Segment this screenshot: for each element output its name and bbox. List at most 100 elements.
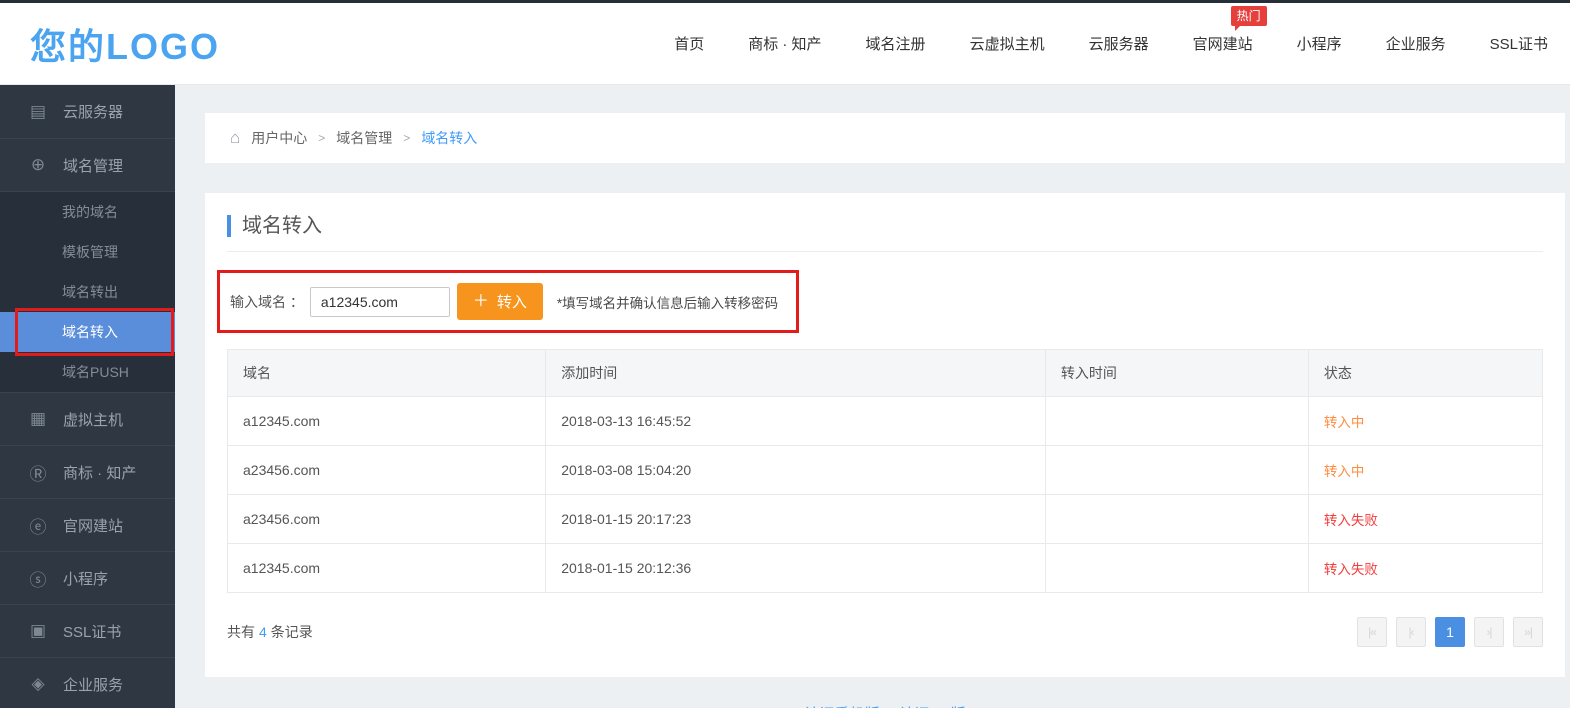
cell-status: 转入失败 [1308,495,1542,544]
sidebar-item-label: 域名管理 [63,155,123,176]
nav-home[interactable]: 首页 [674,33,704,54]
sidebar-item-website-building[interactable]: ⓔ 官网建站 [0,498,175,551]
col-header-status: 状态 [1308,350,1542,397]
nav-ssl-cert[interactable]: SSL证书 [1490,33,1548,54]
submenu-domain-transfer-out[interactable]: 域名转出 [0,272,175,312]
sidebar-item-enterprise-services[interactable]: ◈ 企业服务 [0,657,175,708]
cell-domain: a12345.com [228,544,546,593]
miniprogram-icon: ⓢ [28,566,48,591]
breadcrumb-domain-transfer-in[interactable]: 域名转入 [421,128,477,148]
annotation-box-form: 输入域名 ： ＋ 转入 *填写域名并确认信息后输入转移密码 [217,270,799,333]
table-row: a12345.com 2018-01-15 20:12:36 转入失败 [228,544,1543,593]
sidebar-item-label: SSL证书 [63,621,121,642]
nav-website-building-label: 官网建站 [1193,36,1253,53]
transfer-in-button[interactable]: ＋ 转入 [457,283,543,320]
cell-domain: a23456.com [228,495,546,544]
header: 您的LOGO 首页 商标 · 知产 域名注册 云虚拟主机 云服务器 官网建站 热… [0,3,1570,85]
cloud-server-icon: ▤ [28,102,48,122]
sidebar-item-label: 企业服务 [63,674,123,695]
main-panel: 域名转入 输入域名 ： ＋ 转入 *填写域名并确认信息后输入转移密码 域名 添加… [205,193,1565,677]
cell-added-time: 2018-01-15 20:12:36 [546,544,1046,593]
pagination-prev-button[interactable]: |‹ [1396,617,1426,647]
nav-domain-register[interactable]: 域名注册 [866,33,926,54]
submenu-label: 域名转入 [62,322,118,342]
logo[interactable]: 您的LOGO [30,18,220,70]
sidebar-item-label: 云服务器 [63,101,123,122]
cell-added-time: 2018-01-15 20:17:23 [546,495,1046,544]
submenu-domain-push[interactable]: 域名PUSH [0,352,175,392]
form-hint: *填写域名并确认信息后输入转移密码 [557,292,778,312]
cell-domain: a23456.com [228,446,546,495]
sidebar-item-label: 虚拟主机 [63,409,123,430]
cell-added-time: 2018-03-13 16:45:52 [546,397,1046,446]
domain-input-label: 输入域名 ： [230,292,304,312]
enterprise-icon: ◈ [28,674,48,694]
breadcrumb-separator: > [403,131,410,145]
hot-badge: 热门 [1231,6,1267,26]
transfer-table: 域名 添加时间 转入时间 状态 a12345.com 2018-03-13 16… [227,349,1543,593]
nav-miniprogram[interactable]: 小程序 [1297,33,1342,54]
ssl-cert-icon: ▣ [28,621,48,641]
cell-status: 转入失败 [1308,544,1542,593]
sidebar-item-label: 小程序 [63,568,108,589]
sidebar-item-label: 官网建站 [63,515,123,536]
submenu-my-domains[interactable]: 我的域名 [0,192,175,232]
cell-status: 转入中 [1308,446,1542,495]
table-footer: 共有4条记录 |« |‹ 1 ›| »| [227,617,1543,647]
title-divider [227,251,1543,252]
sidebar-item-label: 商标 · 知产 [63,462,136,483]
sidebar-item-trademark[interactable]: Ⓡ 商标 · 知产 [0,445,175,498]
sidebar-item-virtual-host[interactable]: ▦ 虚拟主机 [0,392,175,445]
cell-transfer-time [1045,446,1308,495]
col-header-transfer-time: 转入时间 [1045,350,1308,397]
globe-icon: ⊕ [28,155,48,175]
record-count: 共有4条记录 [227,622,313,642]
cell-transfer-time [1045,397,1308,446]
content-area: ⌂ 用户中心 > 域名管理 > 域名转入 域名转入 输入域名 ： ＋ 转入 *填… [205,85,1565,708]
nav-trademark[interactable]: 商标 · 知产 [748,33,821,54]
breadcrumb: ⌂ 用户中心 > 域名管理 > 域名转入 [205,113,1565,163]
plus-icon: ＋ [473,294,489,310]
domain-input[interactable] [310,287,450,317]
cell-domain: a12345.com [228,397,546,446]
cell-added-time: 2018-03-08 15:04:20 [546,446,1046,495]
trademark-icon: Ⓡ [28,460,48,485]
submenu-domain-transfer-in[interactable]: 域名转入 [0,312,175,352]
pagination: |« |‹ 1 ›| »| [1348,617,1543,647]
sidebar-item-cloud-server[interactable]: ▤ 云服务器 [0,85,175,138]
home-icon: ⌂ [230,128,240,148]
table-header-row: 域名 添加时间 转入时间 状态 [228,350,1543,397]
sidebar-item-miniprogram[interactable]: ⓢ 小程序 [0,551,175,604]
cell-transfer-time [1045,544,1308,593]
table-row: a12345.com 2018-03-13 16:45:52 转入中 [228,397,1543,446]
cell-status: 转入中 [1308,397,1542,446]
page-footer: 访问手机版 访问PC版 [205,703,1565,708]
breadcrumb-domain-management[interactable]: 域名管理 [336,128,392,148]
pagination-last-button[interactable]: »| [1513,617,1543,647]
table-row: a23456.com 2018-03-08 15:04:20 转入中 [228,446,1543,495]
pagination-page-1-button[interactable]: 1 [1435,617,1465,647]
record-count-prefix: 共有 [227,624,255,640]
website-icon: ⓔ [28,513,48,538]
sidebar-item-ssl-cert[interactable]: ▣ SSL证书 [0,604,175,657]
nav-cloud-server[interactable]: 云服务器 [1089,33,1149,54]
breadcrumb-user-center[interactable]: 用户中心 [251,128,307,148]
domain-submenu: 我的域名 模板管理 域名转出 域名转入 域名PUSH [0,191,175,392]
col-header-added-time: 添加时间 [546,350,1046,397]
sidebar: ▤ 云服务器 ⊕ 域名管理 我的域名 模板管理 域名转出 域名转入 域名PUSH… [0,85,175,708]
nav-cloud-virtual-host[interactable]: 云虚拟主机 [970,33,1045,54]
main-nav: 首页 商标 · 知产 域名注册 云虚拟主机 云服务器 官网建站 热门 小程序 企… [674,33,1548,54]
record-count-number: 4 [259,624,267,640]
pagination-next-button[interactable]: ›| [1474,617,1504,647]
breadcrumb-separator: > [318,131,325,145]
nav-website-building[interactable]: 官网建站 热门 [1193,33,1253,54]
transfer-in-button-label: 转入 [497,291,527,312]
record-count-suffix: 条记录 [271,624,313,640]
host-icon: ▦ [28,409,48,429]
sidebar-item-domain-management[interactable]: ⊕ 域名管理 [0,138,175,191]
pagination-first-button[interactable]: |« [1357,617,1387,647]
page-title: 域名转入 [227,215,1543,237]
table-row: a23456.com 2018-01-15 20:17:23 转入失败 [228,495,1543,544]
submenu-template-management[interactable]: 模板管理 [0,232,175,272]
nav-enterprise-services[interactable]: 企业服务 [1386,33,1446,54]
